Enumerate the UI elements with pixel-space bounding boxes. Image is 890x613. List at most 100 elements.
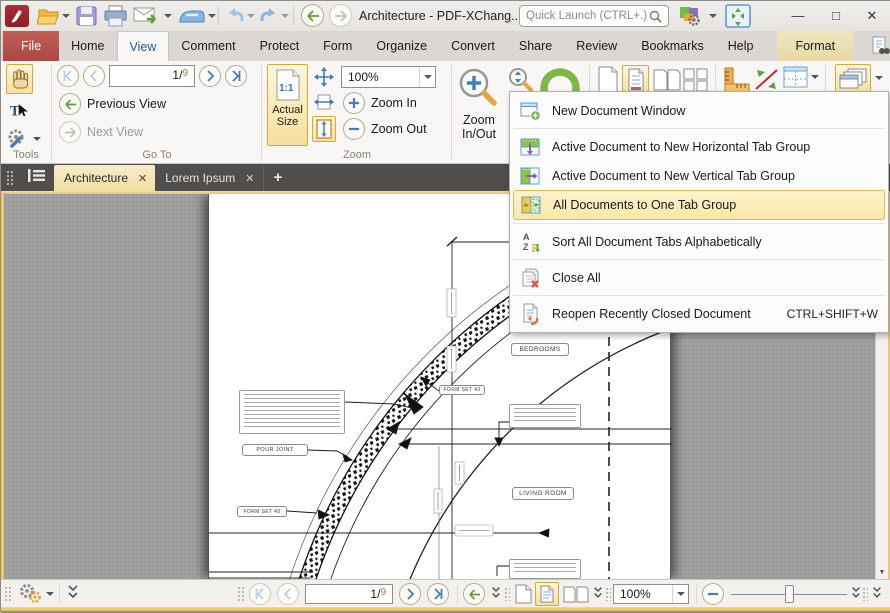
scroll-down-button[interactable]: ▼ [876, 565, 888, 579]
new-tab-button[interactable]: + [274, 169, 283, 186]
document-tab-architecture[interactable]: Architecture ✕ [54, 165, 155, 191]
zoom-in-label[interactable]: Zoom In [371, 96, 417, 110]
statusbar-grip[interactable] [862, 587, 868, 601]
expand-down-icon[interactable] [67, 584, 79, 605]
fit-width-button[interactable] [313, 91, 335, 113]
back-view-button[interactable] [301, 4, 324, 27]
status-next-page-button[interactable] [399, 583, 421, 605]
menu-item-horizontal-tab-group[interactable]: Active Document to New Horizontal Tab Gr… [511, 132, 887, 161]
quick-launch-input[interactable]: Quick Launch (CTRL+.) [519, 5, 669, 27]
redo-icon[interactable] [259, 7, 279, 25]
status-two-page-icon[interactable] [563, 586, 589, 606]
panes-dropdown[interactable] [811, 75, 819, 79]
tab-file[interactable]: File [3, 31, 59, 61]
expand-down-icon[interactable] [491, 586, 501, 604]
tab-home[interactable]: Home [59, 31, 116, 61]
tools-gear-button[interactable] [5, 127, 29, 151]
tab-comment[interactable]: Comment [169, 31, 247, 61]
next-view-button[interactable] [59, 121, 81, 143]
tab-bookmarks[interactable]: Bookmarks [629, 31, 716, 61]
forward-view-button[interactable] [329, 4, 352, 27]
find-document-icon[interactable] [867, 31, 890, 61]
print-button[interactable] [103, 5, 128, 27]
status-zoom-combo[interactable]: 100% [613, 584, 689, 604]
tab-list-icon[interactable] [28, 169, 46, 185]
status-previous-page-button[interactable] [277, 583, 299, 605]
fit-visible-button[interactable] [312, 116, 336, 142]
scanner-icon[interactable] [178, 6, 205, 26]
customize-ui-dropdown[interactable] [709, 14, 717, 18]
tab-share[interactable]: Share [507, 31, 564, 61]
next-page-button[interactable] [199, 65, 221, 87]
tab-form[interactable]: Form [311, 31, 364, 61]
statusbar-options-gears-icon[interactable] [17, 583, 43, 607]
undo-icon[interactable] [225, 7, 245, 25]
document-windows-dropdown[interactable] [875, 76, 883, 80]
previous-view-label[interactable]: Previous View [87, 97, 166, 111]
tab-protect[interactable]: Protect [248, 31, 312, 61]
maximize-button[interactable]: □ [825, 8, 847, 23]
document-tab-lorem-ipsum[interactable]: Lorem Ipsum ✕ [155, 165, 263, 191]
zoom-out-button[interactable] [343, 118, 365, 140]
menu-item-all-documents-one-tab-group[interactable]: All Documents to One Tab Group [513, 190, 885, 220]
next-view-label[interactable]: Next View [87, 125, 143, 139]
expand-down-icon[interactable] [872, 586, 882, 604]
menu-item-vertical-tab-group[interactable]: Active Document to New Vertical Tab Grou… [511, 161, 887, 190]
status-page-number-input[interactable]: 1/9 [305, 584, 393, 604]
save-button[interactable] [76, 6, 97, 26]
menu-item-new-document-window[interactable]: New Document Window [511, 96, 887, 125]
redo-dropdown[interactable] [281, 14, 289, 18]
minimize-button[interactable]: — [787, 8, 809, 23]
statusbar-grip[interactable] [237, 586, 245, 602]
menu-item-sort-tabs-alphabetically[interactable]: AZ Sort All Document Tabs Alphabetically [511, 227, 887, 256]
last-page-button[interactable] [225, 65, 247, 87]
hand-tool-button[interactable] [6, 64, 33, 94]
status-continuous-view-button[interactable] [535, 582, 559, 606]
status-first-page-button[interactable] [249, 583, 271, 605]
panes-icon[interactable] [783, 66, 808, 91]
expand-down-icon[interactable] [593, 586, 603, 604]
select-text-tool-button[interactable]: T [6, 98, 33, 124]
zoom-slider-handle[interactable] [785, 585, 794, 603]
status-last-page-button[interactable] [427, 583, 449, 605]
zoom-out-label[interactable]: Zoom Out [371, 122, 427, 136]
close-button[interactable]: ✕ [861, 8, 883, 24]
page-number-input[interactable]: 1/9 [109, 65, 195, 87]
fit-page-button[interactable] [313, 66, 335, 88]
customize-ui-icon[interactable] [677, 5, 705, 27]
tabbar-grip[interactable] [6, 170, 14, 186]
continuous-view-button[interactable] [622, 65, 649, 94]
zoom-in-out-label[interactable]: Zoom In/Out [447, 113, 511, 141]
tools-gear-dropdown[interactable] [33, 137, 41, 141]
tab-help[interactable]: Help [716, 31, 766, 61]
zoom-in-out-button[interactable] [456, 65, 502, 114]
tab-review[interactable]: Review [564, 31, 629, 61]
close-tab-icon[interactable]: ✕ [245, 172, 254, 185]
expand-down-icon[interactable] [851, 586, 861, 604]
statusbar-grip[interactable] [4, 586, 12, 602]
status-single-page-icon[interactable] [515, 584, 532, 607]
open-file-dropdown[interactable] [62, 14, 70, 18]
zoom-in-button[interactable] [343, 92, 365, 114]
menu-item-close-all[interactable]: Close All [511, 263, 887, 292]
status-zoom-out-button[interactable] [702, 583, 724, 605]
tab-view[interactable]: View [117, 31, 170, 61]
email-button[interactable] [133, 6, 160, 26]
statusbar-grip[interactable] [605, 587, 611, 601]
undo-dropdown[interactable] [247, 14, 255, 18]
close-tab-icon[interactable]: ✕ [138, 172, 147, 185]
open-file-button[interactable] [37, 6, 60, 26]
scanner-dropdown[interactable] [208, 14, 216, 18]
status-previous-view-button[interactable] [463, 583, 485, 605]
menu-item-reopen-recently-closed[interactable]: Reopen Recently Closed Document CTRL+SHI… [511, 299, 887, 328]
actual-size-button[interactable]: 1:1 Actual Size [267, 64, 308, 146]
email-dropdown[interactable] [164, 14, 172, 18]
previous-view-button[interactable] [59, 93, 81, 115]
statusbar-options-dropdown[interactable] [46, 592, 54, 596]
tab-organize[interactable]: Organize [364, 31, 439, 61]
first-page-button[interactable] [57, 65, 79, 87]
tab-convert[interactable]: Convert [439, 31, 507, 61]
tab-format[interactable]: Format [777, 31, 853, 61]
zoom-level-combo[interactable]: 100% [341, 66, 436, 88]
statusbar-grip[interactable] [504, 587, 510, 601]
